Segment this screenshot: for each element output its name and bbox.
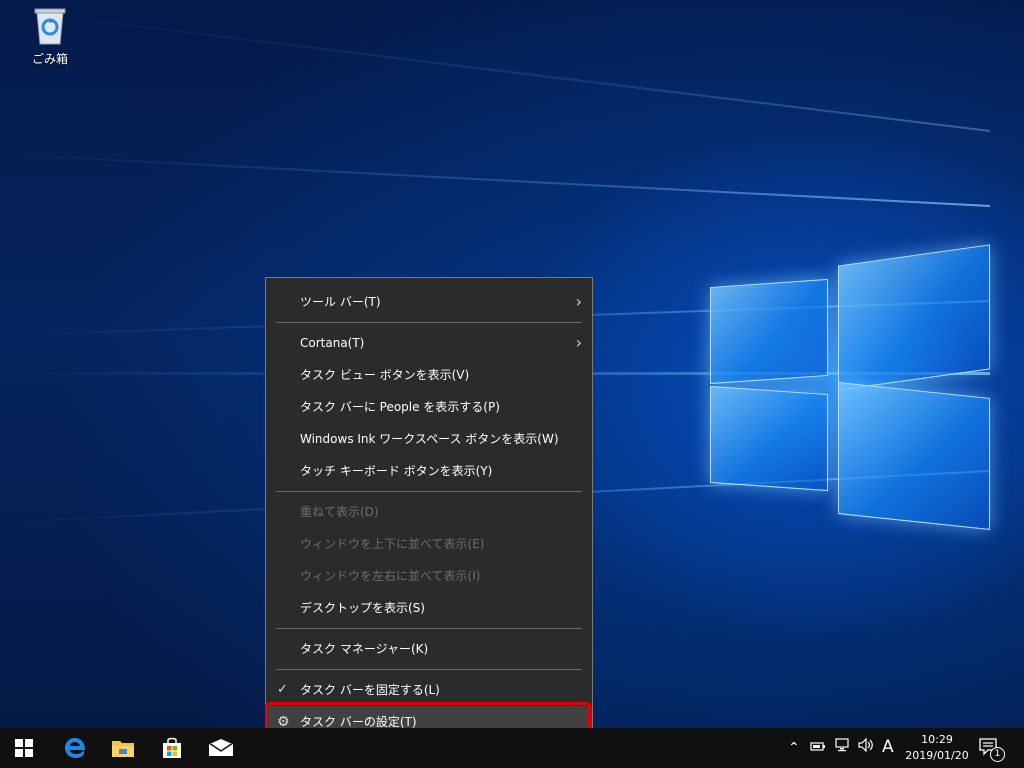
- desktop-icon-recycle-bin[interactable]: ごみ箱: [22, 6, 78, 67]
- notification-count-badge: 1: [990, 747, 1005, 762]
- menu-item-label: タスク マネージャー(K): [300, 642, 429, 656]
- menu-item-label: ツール バー(T): [300, 295, 381, 309]
- logo-pane: [710, 278, 828, 385]
- menu-item-label: タッチ キーボード ボタンを表示(Y): [300, 464, 493, 478]
- menu-item-label: デスクトップを表示(S): [300, 601, 425, 615]
- ime-indicator[interactable]: A: [882, 737, 894, 757]
- taskbar-edge-button[interactable]: [51, 728, 99, 768]
- menu-separator: [276, 628, 582, 629]
- chevron-up-icon[interactable]: ⌃: [788, 738, 800, 758]
- menu-item-side-by-side-windows: ウィンドウを左右に並べて表示(I): [266, 560, 592, 592]
- edge-icon: [65, 738, 85, 758]
- windows-logo-icon: [15, 739, 33, 757]
- taskbar-store-button[interactable]: [148, 728, 196, 768]
- menu-item-show-people[interactable]: タスク バーに People を表示する(P): [266, 391, 592, 423]
- battery-icon[interactable]: [810, 738, 826, 758]
- menu-item-label: タスク バーを固定する(L): [300, 683, 440, 697]
- desktop[interactable]: ごみ箱 ツール バー(T) › Cortana(T) › タスク ビュー ボタン…: [0, 0, 1024, 728]
- menu-separator: [276, 322, 582, 323]
- clock[interactable]: 10:29 2019/01/20: [905, 732, 969, 764]
- menu-item-task-manager[interactable]: タスク マネージャー(K): [266, 633, 592, 665]
- menu-item-label: Cortana(T): [300, 336, 365, 350]
- taskbar-file-explorer-button[interactable]: [99, 728, 147, 768]
- store-icon: [163, 737, 181, 758]
- logo-pane: [838, 382, 990, 530]
- volume-icon[interactable]: [858, 737, 874, 758]
- menu-item-label: タスク ビュー ボタンを表示(V): [300, 368, 470, 382]
- menu-item-show-task-view-button[interactable]: タスク ビュー ボタンを表示(V): [266, 359, 592, 391]
- taskbar-context-menu: ツール バー(T) › Cortana(T) › タスク ビュー ボタンを表示(…: [265, 277, 593, 728]
- menu-item-stack-windows: ウィンドウを上下に並べて表示(E): [266, 528, 592, 560]
- menu-item-label: ウィンドウを上下に並べて表示(E): [300, 537, 485, 551]
- chevron-right-icon: ›: [575, 292, 582, 311]
- chevron-right-icon: ›: [575, 333, 582, 352]
- taskbar-mail-button[interactable]: [197, 728, 245, 768]
- network-icon[interactable]: [834, 738, 850, 758]
- menu-item-show-desktop[interactable]: デスクトップを表示(S): [266, 592, 592, 624]
- taskbar[interactable]: ⌃ A 10:29 2019/01/20 1: [0, 728, 1024, 768]
- menu-item-label: Windows Ink ワークスペース ボタンを表示(W): [300, 432, 559, 446]
- menu-item-cascade-windows: 重ねて表示(D): [266, 496, 592, 528]
- recycle-bin-icon: [33, 6, 67, 46]
- logo-pane: [838, 244, 990, 391]
- light-beam: [7, 9, 991, 132]
- menu-item-label: 重ねて表示(D): [300, 505, 379, 519]
- menu-item-show-touch-keyboard[interactable]: タッチ キーボード ボタンを表示(Y): [266, 455, 592, 487]
- mail-icon: [208, 739, 234, 756]
- desktop-icon-label: ごみ箱: [31, 52, 68, 66]
- logo-pane: [710, 385, 828, 492]
- clock-date: 2019/01/20: [905, 749, 969, 762]
- action-center-button[interactable]: 1: [978, 736, 1008, 762]
- clock-time: 10:29: [921, 733, 953, 746]
- menu-item-label: タスク バーに People を表示する(P): [300, 400, 500, 414]
- menu-item-show-windows-ink[interactable]: Windows Ink ワークスペース ボタンを表示(W): [266, 423, 592, 455]
- menu-separator: [276, 669, 582, 670]
- menu-item-toolbars[interactable]: ツール バー(T) ›: [266, 286, 592, 318]
- annotation-highlight-box: [265, 702, 591, 728]
- start-button[interactable]: [0, 728, 48, 768]
- menu-item-cortana[interactable]: Cortana(T) ›: [266, 327, 592, 359]
- menu-item-label: ウィンドウを左右に並べて表示(I): [300, 569, 481, 583]
- light-beam: [1, 153, 991, 207]
- menu-separator: [276, 491, 582, 492]
- folder-icon: [112, 741, 134, 757]
